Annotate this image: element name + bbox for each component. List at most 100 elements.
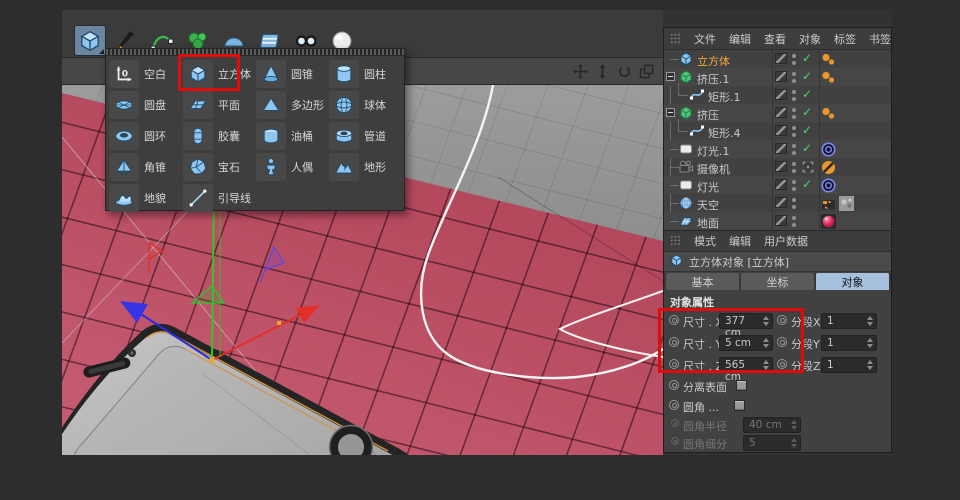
- viewport-maximize-icon[interactable]: [638, 63, 655, 80]
- layer-swatch[interactable]: [775, 143, 787, 154]
- menu-item-pyramid[interactable]: 角锥: [109, 151, 183, 182]
- keyframe-circle-icon[interactable]: [669, 400, 679, 410]
- target-tag-icon[interactable]: [821, 142, 836, 157]
- layer-swatch[interactable]: [775, 71, 787, 82]
- seg-z-input[interactable]: 1: [821, 357, 877, 373]
- enabled-check-icon[interactable]: ✓: [802, 177, 812, 191]
- fillet-checkbox[interactable]: [734, 400, 745, 411]
- object-row-rectangle1[interactable]: 矩形.1 ✓: [664, 86, 891, 104]
- layer-swatch[interactable]: [775, 197, 787, 208]
- menu-item-platonic[interactable]: 宝石: [183, 151, 257, 182]
- y-axis[interactable]: [212, 191, 214, 360]
- menu-item-torus[interactable]: 圆环: [109, 120, 183, 151]
- object-row-floor[interactable]: 地面: [664, 212, 891, 230]
- material-tag-icon[interactable]: [821, 214, 836, 229]
- keyframe-circle-icon[interactable]: [777, 315, 787, 325]
- size-y-input[interactable]: 5 cm: [719, 335, 773, 351]
- size-x-input[interactable]: 377 cm: [719, 313, 773, 329]
- menu-item-oiltank[interactable]: 油桶: [256, 120, 330, 151]
- x-axis-arrow[interactable]: [296, 305, 320, 323]
- viewport-rotate-icon[interactable]: [616, 63, 633, 80]
- object-row-rectangle4[interactable]: 矩形.4 ✓: [664, 122, 891, 140]
- phone-model[interactable]: [62, 324, 433, 455]
- visibility-dots[interactable]: [792, 90, 796, 101]
- layer-swatch[interactable]: [775, 107, 787, 118]
- menu-tearoff-strip[interactable]: [106, 49, 404, 56]
- cube-primitive-tool-button[interactable]: [74, 25, 106, 56]
- om-menu-object[interactable]: 对象: [799, 31, 821, 47]
- tab-coordinates[interactable]: 坐标: [741, 273, 814, 290]
- menu-item-relief[interactable]: 地貌: [109, 182, 183, 213]
- menu-item-plane[interactable]: 平面: [183, 89, 257, 120]
- visibility-dots[interactable]: [792, 126, 796, 137]
- z-axis-arrow[interactable]: [120, 301, 148, 323]
- separate-surfaces-checkbox[interactable]: [736, 380, 747, 391]
- size-z-input[interactable]: 565 cm: [719, 357, 773, 373]
- texture-tag-icon[interactable]: [839, 196, 854, 211]
- menu-item-landscape[interactable]: 地形: [329, 151, 403, 182]
- layer-swatch[interactable]: [775, 161, 787, 172]
- enabled-check-icon[interactable]: ✓: [802, 123, 812, 137]
- keyframe-circle-icon[interactable]: [777, 359, 787, 369]
- menu-item-cube[interactable]: 立方体: [183, 58, 257, 89]
- menu-item-disc[interactable]: 圆盘: [109, 89, 183, 120]
- seg-x-input[interactable]: 1: [821, 313, 877, 329]
- keyframe-circle-icon[interactable]: [669, 337, 679, 347]
- menu-item-polygon[interactable]: 多边形: [256, 89, 330, 120]
- enabled-check-icon[interactable]: ✓: [802, 69, 812, 83]
- object-row-extrude[interactable]: 挤压 ✓: [664, 104, 891, 122]
- phong-tag-icon[interactable]: [821, 106, 836, 121]
- om-menu-bookmark[interactable]: 书签: [869, 31, 891, 47]
- layer-swatch[interactable]: [775, 53, 787, 64]
- collapse-expander[interactable]: [666, 108, 675, 117]
- visibility-dots[interactable]: [792, 180, 796, 191]
- spline-path-curve[interactable]: [421, 85, 663, 378]
- om-menu-tag[interactable]: 标签: [834, 31, 856, 47]
- om-menu-edit[interactable]: 编辑: [729, 31, 751, 47]
- layer-swatch[interactable]: [775, 179, 787, 190]
- layer-swatch[interactable]: [775, 125, 787, 136]
- object-row-light1[interactable]: 灯光.1 ✓: [664, 140, 891, 158]
- object-row-cube[interactable]: 立方体 ✓: [664, 50, 891, 68]
- viewport-dolly-icon[interactable]: [594, 63, 611, 80]
- keyframe-circle-icon[interactable]: [669, 315, 679, 325]
- keyframe-circle-icon[interactable]: [669, 359, 679, 369]
- keyframe-circle-icon[interactable]: [669, 380, 679, 390]
- tab-basic[interactable]: 基本: [666, 273, 739, 290]
- stepper-icon[interactable]: [866, 337, 874, 349]
- object-row-camera[interactable]: 摄像机: [664, 158, 891, 176]
- om-menu-file[interactable]: 文件: [694, 31, 716, 47]
- menu-item-guide[interactable]: 引导线: [183, 182, 257, 213]
- plane-handle[interactable]: [192, 286, 224, 303]
- seg-y-input[interactable]: 1: [821, 335, 877, 351]
- menu-item-sphere[interactable]: 球体: [329, 89, 403, 120]
- am-menu-mode[interactable]: 模式: [694, 233, 716, 249]
- drag-grip-icon[interactable]: [670, 33, 681, 45]
- stepper-icon[interactable]: [762, 359, 770, 371]
- menu-item-tube[interactable]: 管道: [329, 120, 403, 151]
- stepper-icon[interactable]: [762, 315, 770, 327]
- enabled-check-icon[interactable]: ✓: [802, 87, 812, 101]
- stepper-icon[interactable]: [866, 315, 874, 327]
- stepper-icon[interactable]: [866, 359, 874, 371]
- collapse-expander[interactable]: [666, 72, 675, 81]
- menu-item-cylinder[interactable]: 圆柱: [329, 58, 403, 89]
- menu-item-cone[interactable]: 圆锥: [256, 58, 330, 89]
- gizmo-origin-point[interactable]: [210, 358, 215, 363]
- layer-swatch[interactable]: [775, 89, 787, 100]
- keyframe-circle-icon[interactable]: [777, 337, 787, 347]
- object-row-extrude1[interactable]: 挤压.1 ✓: [664, 68, 891, 86]
- visibility-dots[interactable]: [792, 72, 796, 83]
- stepper-icon[interactable]: [762, 337, 770, 349]
- compositing-tag-icon[interactable]: [821, 196, 836, 211]
- visibility-dots[interactable]: [792, 144, 796, 155]
- phong-tag-icon[interactable]: [821, 70, 836, 85]
- object-row-sky[interactable]: 天空: [664, 194, 891, 212]
- am-menu-edit[interactable]: 编辑: [729, 233, 751, 249]
- om-menu-view[interactable]: 查看: [764, 31, 786, 47]
- enabled-check-icon[interactable]: ✓: [802, 105, 812, 119]
- visibility-dots[interactable]: [792, 198, 796, 209]
- selection-corners-icon[interactable]: [802, 161, 814, 173]
- spline-path-curve-2[interactable]: [560, 291, 663, 357]
- phong-tag-icon[interactable]: [821, 52, 836, 67]
